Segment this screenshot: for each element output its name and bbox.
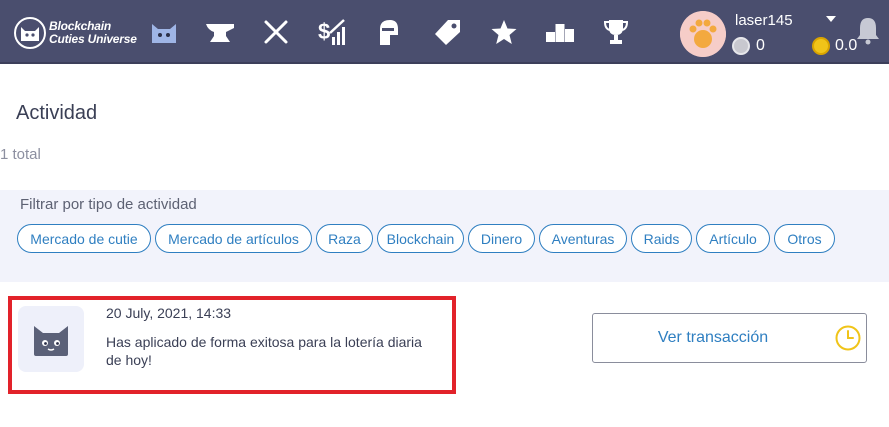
svg-text:$: $ <box>318 19 330 44</box>
silver-coin-icon <box>732 37 750 55</box>
crossed-swords-icon[interactable] <box>260 16 292 48</box>
top-navigation-bar: Blockchain Cuties Universe $ laser145 0 … <box>0 0 889 64</box>
total-count: 1 total <box>0 146 41 163</box>
silver-balance: 0 <box>756 37 765 54</box>
filter-chip-mercado-de-articulos[interactable]: Mercado de artículos <box>155 224 312 253</box>
view-transaction-button[interactable]: Ver transacción <box>592 313 867 363</box>
logo-text-line2: Cuties Universe <box>49 32 137 46</box>
app-logo[interactable]: Blockchain Cuties Universe <box>14 15 137 51</box>
trophy-icon[interactable] <box>600 16 632 48</box>
filter-chip-blockchain[interactable]: Blockchain <box>377 224 464 253</box>
podium-icon[interactable] <box>544 16 576 48</box>
anvil-icon[interactable] <box>204 16 236 48</box>
helmet-icon[interactable] <box>372 16 404 48</box>
page-title: Actividad <box>16 102 98 124</box>
gold-coin-icon <box>812 37 830 55</box>
chevron-down-icon[interactable] <box>826 16 836 22</box>
highlight-box <box>8 296 456 394</box>
filter-chip-articulo[interactable]: Artículo <box>696 224 770 253</box>
clock-icon <box>834 324 862 357</box>
bell-icon[interactable] <box>855 15 881 50</box>
filter-chip-otros[interactable]: Otros <box>774 224 835 253</box>
gold-balance: 0.0 <box>835 37 858 54</box>
view-transaction-label: Ver transacción <box>657 329 769 346</box>
star-icon[interactable] <box>488 16 520 48</box>
logo-cat-icon <box>14 17 46 49</box>
dollar-chart-icon[interactable]: $ <box>316 16 348 48</box>
filter-label: Filtrar por tipo de actividad <box>20 196 197 213</box>
filter-chip-aventuras[interactable]: Aventuras <box>539 224 627 253</box>
filter-chip-raza[interactable]: Raza <box>316 224 373 253</box>
filter-chip-raids[interactable]: Raids <box>631 224 692 253</box>
username[interactable]: laser145 <box>735 12 793 29</box>
tag-icon[interactable] <box>432 16 464 48</box>
filter-chip-mercado-de-cutie[interactable]: Mercado de cutie <box>17 224 151 253</box>
filter-chip-dinero[interactable]: Dinero <box>468 224 535 253</box>
avatar[interactable] <box>680 11 726 57</box>
cutie-icon[interactable] <box>148 16 180 48</box>
